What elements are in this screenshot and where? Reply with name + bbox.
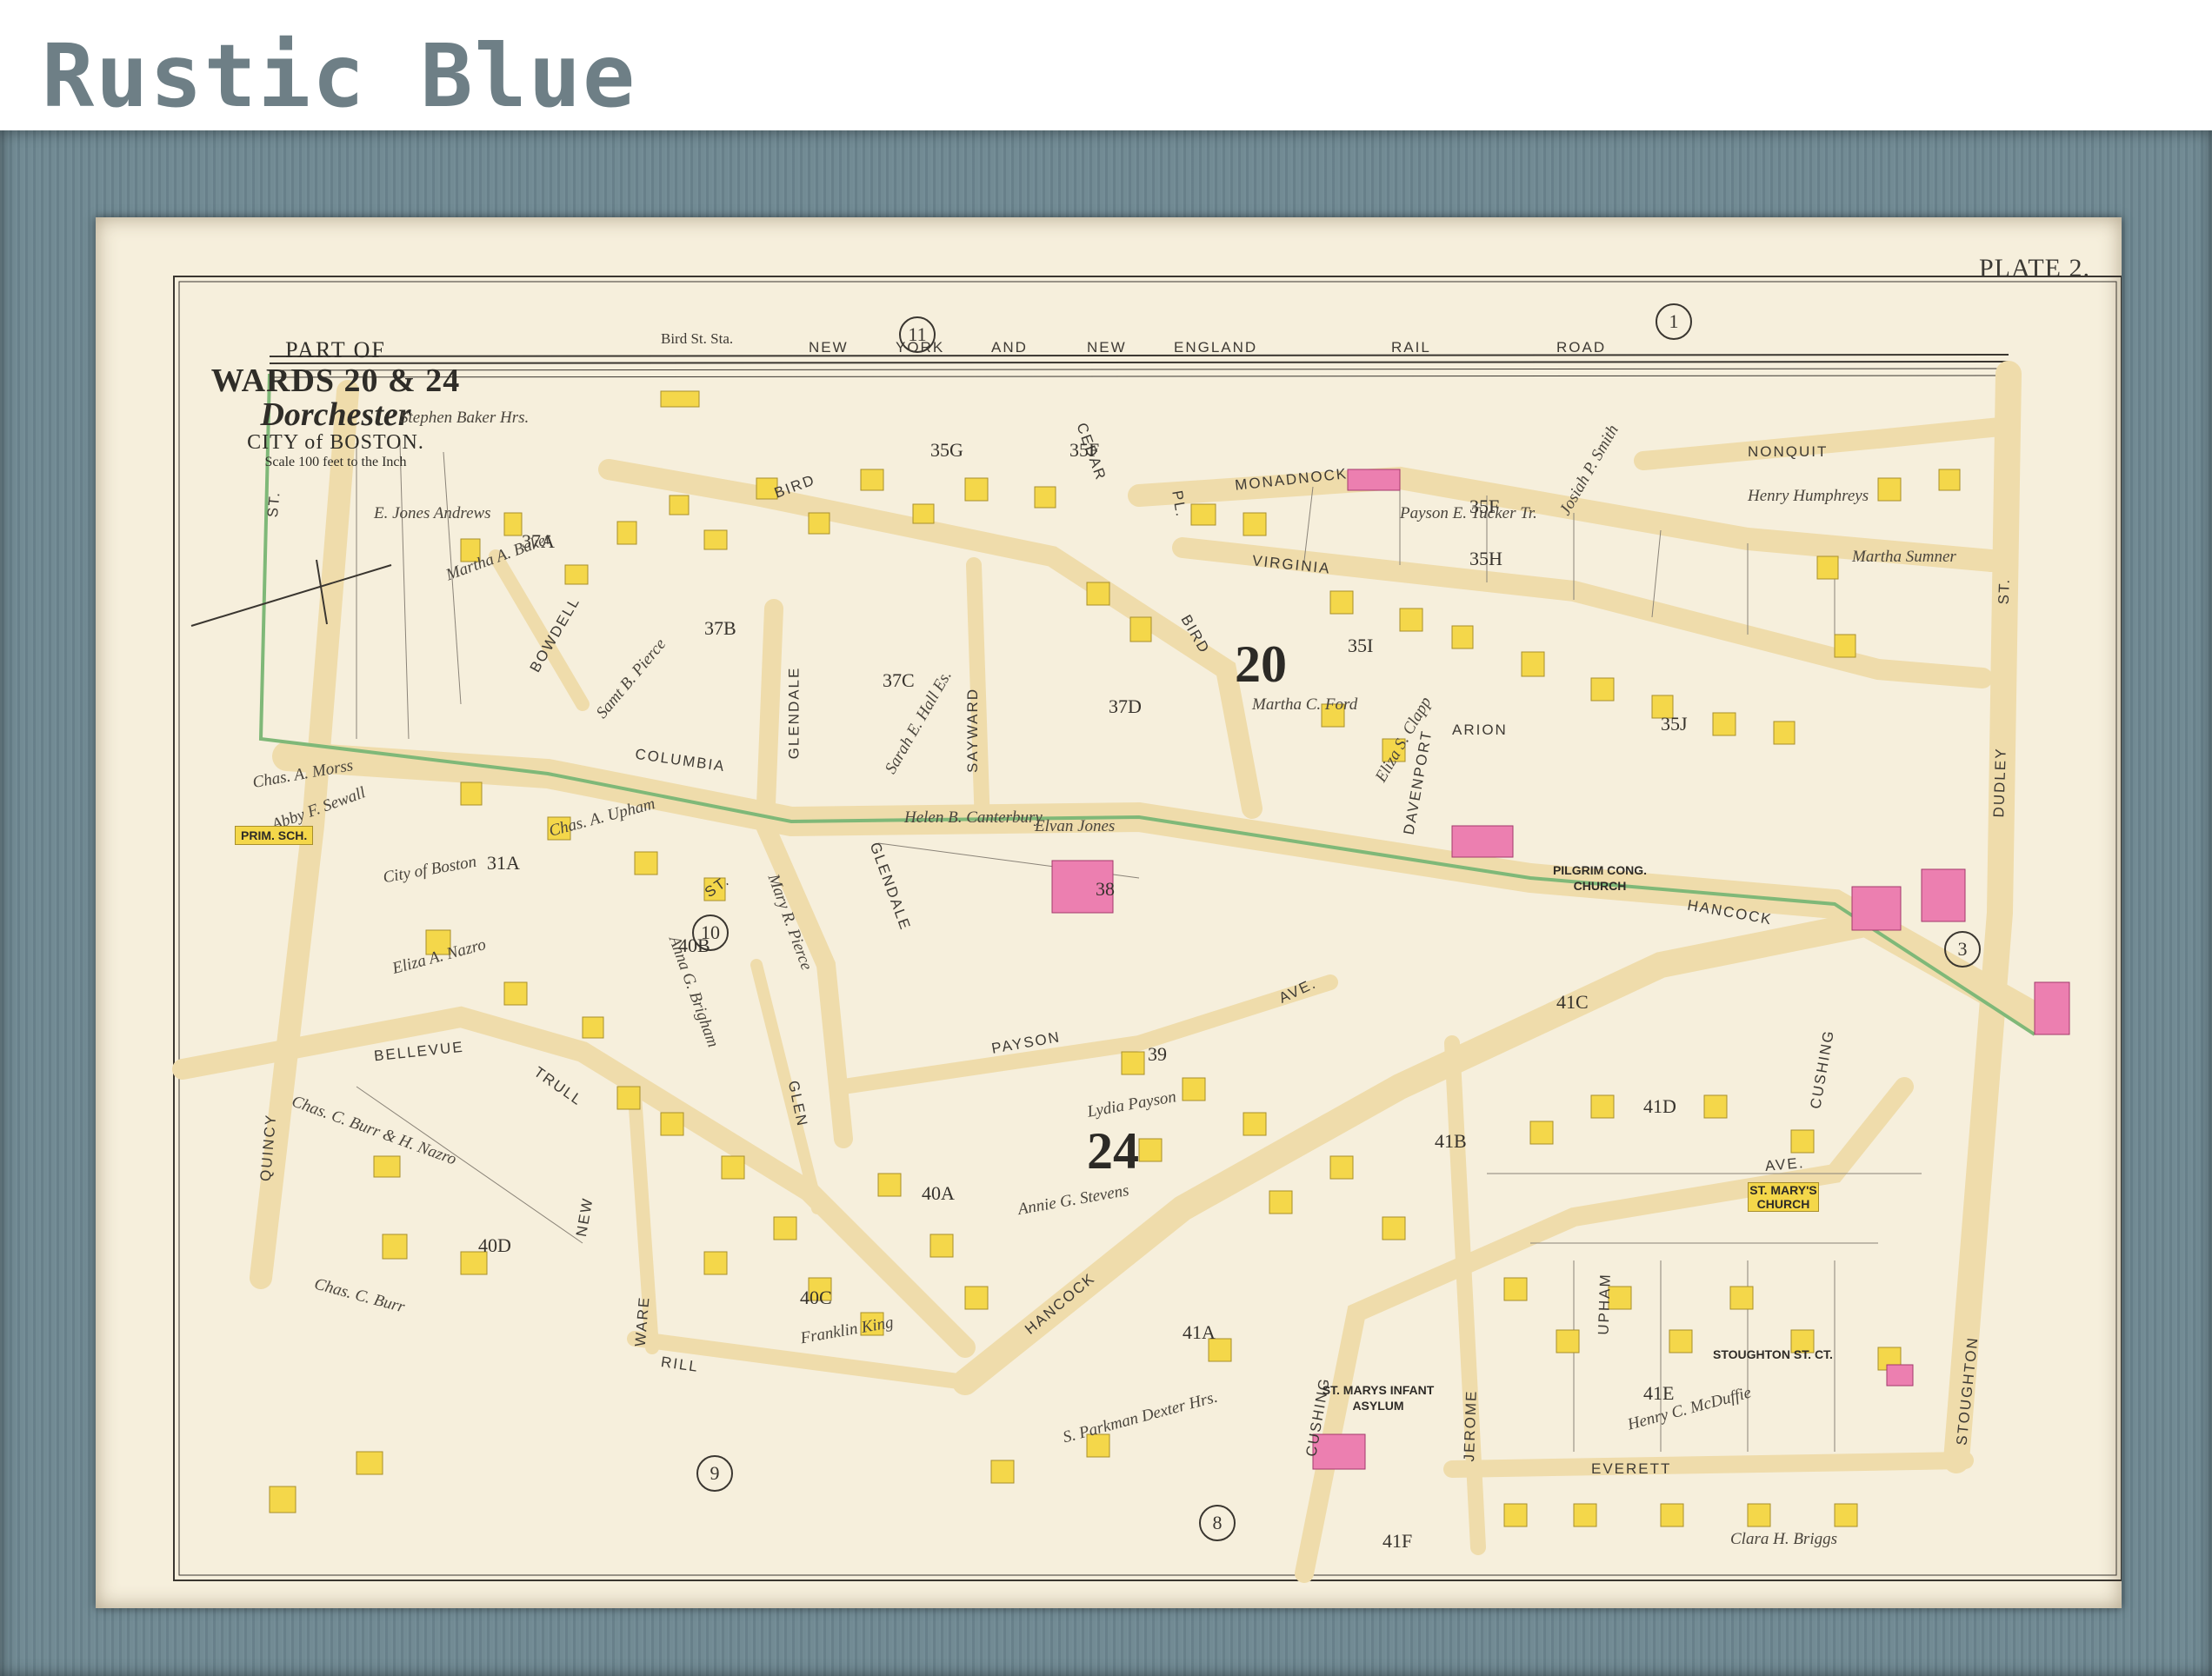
brand-title: Rustic Blue: [42, 25, 637, 127]
map-drawing[interactable]: [96, 217, 2122, 1608]
north-arrow: [190, 559, 392, 627]
railroad: [269, 354, 2009, 378]
brick-buildings: [1051, 469, 2070, 1470]
